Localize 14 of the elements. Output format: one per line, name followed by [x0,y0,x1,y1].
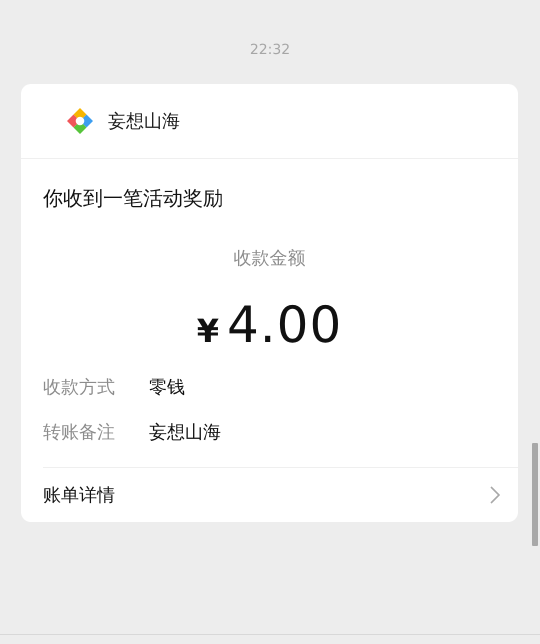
scrollbar[interactable] [532,443,538,546]
chevron-right-icon [490,486,500,504]
bill-details-link[interactable]: 账单详情 [43,483,115,507]
currency-symbol: ¥ [196,311,219,352]
timestamp: 22:32 [250,41,290,59]
detail-label: 收款方式 [43,376,116,400]
message-title: 你收到一笔活动奖励 [42,185,224,211]
detail-value: 零钱 [149,376,185,400]
detail-value: 妄想山海 [149,421,221,445]
app-logo-icon [66,107,94,135]
amount-label: 收款金额 [232,247,306,271]
detail-label: 转账备注 [43,421,116,445]
amount: 4.00 [226,295,342,355]
app-name: 妄想山海 [108,110,180,133]
